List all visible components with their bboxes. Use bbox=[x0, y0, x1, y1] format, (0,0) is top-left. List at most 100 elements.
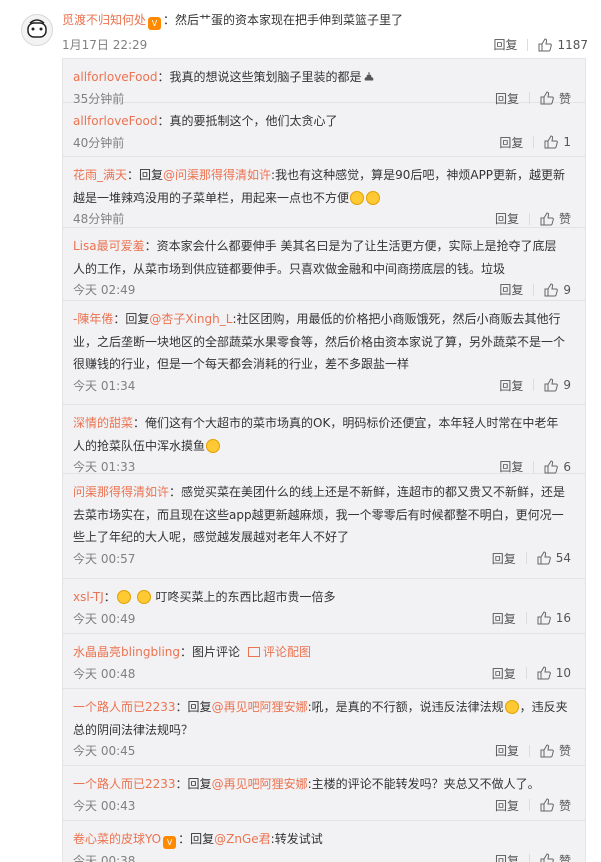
reply-button[interactable]: 回复 bbox=[492, 610, 516, 627]
reply-actions: 回复 赞 bbox=[495, 742, 571, 759]
reply-time: 40分钟前 bbox=[73, 134, 124, 151]
reply-prefix: ：回复 bbox=[127, 168, 163, 182]
mention-link[interactable]: @再见吧阿狸安娜 bbox=[212, 777, 308, 791]
divider bbox=[526, 667, 527, 679]
reply-button[interactable]: 回复 bbox=[495, 797, 519, 814]
reply-button[interactable]: 回复 bbox=[499, 134, 523, 151]
thumbs-up-icon bbox=[544, 460, 558, 474]
reply-button[interactable]: 回复 bbox=[492, 550, 516, 567]
reply-text: 水晶晶亮blingbling：图片评论 评论配图 bbox=[73, 641, 568, 664]
reply-button[interactable]: 回复 bbox=[492, 665, 516, 682]
avatar-face-icon bbox=[22, 15, 52, 45]
comment-thread: 觅渡不归知何处V：然后艹蛋的资本家现在把手伸到菜篮子里了 1月17日 22:29… bbox=[0, 0, 601, 58]
reply-actions: 回复 16 bbox=[492, 610, 571, 627]
reply-item: 深情的甜菜：俺们这有个大超市的菜市场真的OK，明码标价还便宜，本年轻人时常在中老… bbox=[63, 405, 585, 474]
divider bbox=[529, 213, 530, 225]
reply-text: 一个路人而已2233：回复@再见吧阿狸安娜:主楼的评论不能转发吗？夹总又不做人了… bbox=[73, 773, 568, 796]
reply-text: xsl-TJ： 叮咚买菜上的东西比超市贵一倍多 bbox=[73, 586, 568, 609]
reply-button[interactable]: 回复 bbox=[493, 36, 517, 53]
thumbs-up-icon bbox=[537, 551, 551, 565]
reply-body: :转发试试 bbox=[271, 832, 323, 846]
like-button[interactable]: 54 bbox=[537, 551, 571, 565]
reply-user[interactable]: xsl-TJ bbox=[73, 590, 104, 604]
reply-user[interactable]: 花雨_满天 bbox=[73, 168, 127, 182]
comment-image-link[interactable]: 评论配图 bbox=[263, 645, 311, 659]
emoji-icon bbox=[117, 590, 131, 604]
like-button[interactable]: 6 bbox=[544, 460, 571, 474]
like-button[interactable]: 9 bbox=[544, 378, 571, 392]
reply-time: 今天 00:49 bbox=[73, 610, 135, 627]
mention-link[interactable]: @ZnGe君 bbox=[214, 832, 271, 846]
like-button[interactable]: 赞 bbox=[540, 797, 571, 814]
like-button[interactable]: 赞 bbox=[540, 742, 571, 759]
reply-text: 花雨_满天：回复@问渠那得得清如许:我也有这种感觉，算是90后吧，神烦APP更新… bbox=[73, 164, 568, 209]
reply-user[interactable]: 问渠那得得清如许 bbox=[73, 485, 169, 499]
reply-text: 一个路人而已2233：回复@再见吧阿狸安娜:吼，是真的不行额，说违反法律法规，违… bbox=[73, 696, 568, 741]
reply-user[interactable]: Lisa最可爱羞 bbox=[73, 239, 145, 253]
vip-badge-icon: V bbox=[148, 17, 161, 30]
reply-user[interactable]: 一个路人而已2233 bbox=[73, 777, 176, 791]
reply-button[interactable]: 回复 bbox=[495, 210, 519, 227]
mention-link[interactable]: @问渠那得得清如许 bbox=[163, 168, 271, 182]
reply-user[interactable]: 一个路人而已2233 bbox=[73, 700, 176, 714]
reply-user[interactable]: allforloveFood bbox=[73, 114, 157, 128]
reply-body-cont: 叮咚买菜上的东西比超市贵一倍多 bbox=[155, 590, 335, 604]
reply-user[interactable]: -陳年倦 bbox=[73, 312, 113, 326]
reply-body: ： bbox=[104, 590, 116, 604]
reply-button[interactable]: 回复 bbox=[495, 852, 519, 862]
reply-prefix: ：回复 bbox=[178, 832, 214, 846]
reply-text: 卷心菜的皮球YOV：回复@ZnGe君:转发试试 bbox=[73, 828, 568, 851]
reply-text: -陳年倦：回复@杏子Xingh_L:社区团购，用最低的价格把小商贩饿死，然后小商… bbox=[73, 308, 568, 376]
like-button[interactable]: 赞 bbox=[540, 852, 571, 862]
mention-link[interactable]: @再见吧阿狸安娜 bbox=[212, 700, 308, 714]
reply-text: allforloveFood：我真的想说这些策划脑子里装的都是 bbox=[73, 66, 568, 89]
reply-body: ：资本家会什么都要伸手 美其名曰是为了让生活更方便，实际上是抢夺了底层人的工作，… bbox=[73, 239, 556, 276]
emoji-icon bbox=[137, 590, 151, 604]
reply-actions: 回复 赞 bbox=[495, 852, 571, 862]
reply-text: 问渠那得得清如许：感觉买菜在美团什么的线上还是不新鲜，连超市的都又贵又不新鲜，还… bbox=[73, 481, 568, 549]
reply-button[interactable]: 回复 bbox=[499, 281, 523, 298]
like-button[interactable]: 16 bbox=[537, 611, 571, 625]
reply-button[interactable]: 回复 bbox=[499, 458, 523, 475]
reply-prefix: ：回复 bbox=[176, 700, 212, 714]
reply-user[interactable]: allforloveFood bbox=[73, 70, 157, 84]
reply-body: ：图片评论 bbox=[180, 645, 240, 659]
reply-actions: 回复 6 bbox=[499, 458, 571, 475]
reply-time: 今天 01:33 bbox=[73, 458, 135, 475]
reply-list: allforloveFood：我真的想说这些策划脑子里装的都是35分钟前回复赞a… bbox=[62, 58, 586, 862]
like-count: 9 bbox=[563, 283, 571, 297]
like-count: 54 bbox=[556, 551, 571, 565]
reply-button[interactable]: 回复 bbox=[499, 377, 523, 394]
reply-text: 深情的甜菜：俺们这有个大超市的菜市场真的OK，明码标价还便宜，本年轻人时常在中老… bbox=[73, 412, 568, 457]
poop-emoji-icon bbox=[363, 71, 375, 82]
reply-item: Lisa最可爱羞：资本家会什么都要伸手 美其名曰是为了让生活更方便，实际上是抢夺… bbox=[63, 228, 585, 301]
reply-actions: 回复 54 bbox=[492, 550, 571, 567]
like-button[interactable]: 9 bbox=[544, 283, 571, 297]
reply-time: 今天 01:34 bbox=[73, 377, 135, 394]
like-count: 6 bbox=[563, 460, 571, 474]
reply-body: ：我真的想说这些策划脑子里装的都是 bbox=[157, 70, 361, 84]
reply-user[interactable]: 卷心菜的皮球YO bbox=[73, 832, 161, 846]
reply-user[interactable]: 水晶晶亮blingbling bbox=[73, 645, 180, 659]
divider bbox=[526, 552, 527, 564]
reply-button[interactable]: 回复 bbox=[495, 742, 519, 759]
reply-time: 今天 02:49 bbox=[73, 281, 135, 298]
like-count: 1187 bbox=[557, 38, 588, 52]
divider bbox=[533, 284, 534, 296]
reply-item: 水晶晶亮blingbling：图片评论评论配图今天 00:48回复10 bbox=[63, 634, 585, 689]
thumbs-up-icon bbox=[540, 744, 554, 758]
like-button[interactable]: 1187 bbox=[538, 38, 588, 52]
main-comment-user[interactable]: 觅渡不归知何处 bbox=[62, 13, 146, 27]
avatar[interactable] bbox=[21, 14, 53, 46]
mention-link[interactable]: @杏子Xingh_L bbox=[149, 312, 232, 326]
like-button[interactable]: 10 bbox=[537, 666, 571, 680]
reply-user[interactable]: 深情的甜菜 bbox=[73, 416, 133, 430]
like-button[interactable]: 1 bbox=[544, 135, 571, 149]
main-comment-actions: 回复 1187 bbox=[493, 36, 588, 53]
reply-item: 问渠那得得清如许：感觉买菜在美团什么的线上还是不新鲜，连超市的都又贵又不新鲜，还… bbox=[63, 474, 585, 579]
divider bbox=[526, 612, 527, 624]
emoji-icon bbox=[366, 191, 380, 205]
reply-item: xsl-TJ： 叮咚买菜上的东西比超市贵一倍多今天 00:49回复16 bbox=[63, 579, 585, 634]
reply-time: 今天 00:43 bbox=[73, 797, 135, 814]
like-button[interactable]: 赞 bbox=[540, 210, 571, 227]
